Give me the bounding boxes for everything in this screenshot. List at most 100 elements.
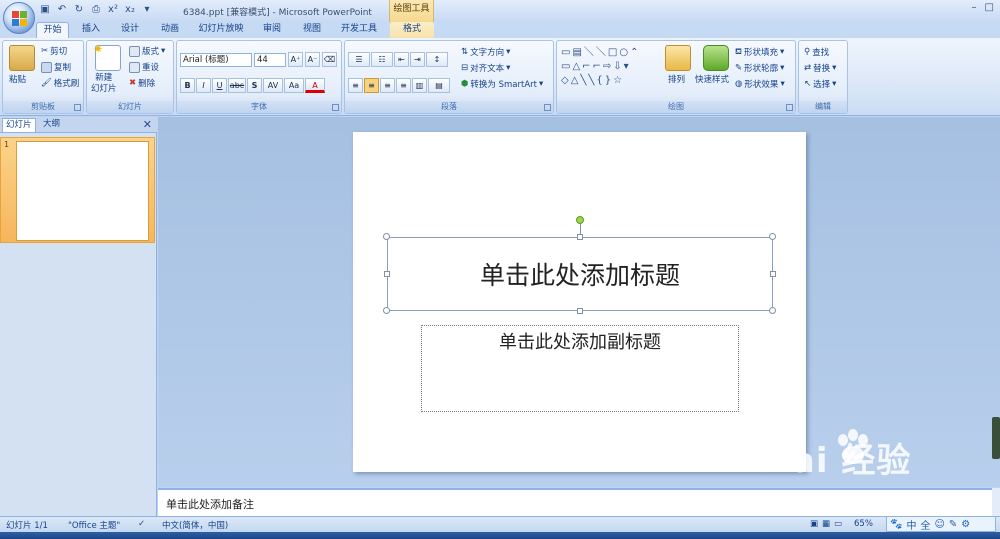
tab-view[interactable]: 视图: [296, 22, 328, 38]
tab-format[interactable]: 格式: [390, 22, 434, 38]
view-normal-icon[interactable]: ▣: [810, 519, 818, 529]
layout-button[interactable]: 版式 ▾: [129, 45, 165, 57]
resize-handle-b[interactable]: [577, 308, 583, 314]
maximize-button[interactable]: □: [985, 2, 994, 13]
view-sorter-icon[interactable]: ▦: [822, 519, 830, 529]
clipboard-launcher-icon[interactable]: [74, 104, 81, 111]
redo-icon[interactable]: ↻: [72, 3, 86, 17]
rotation-handle-icon[interactable]: [576, 216, 584, 224]
zoom-level[interactable]: 65%: [854, 519, 873, 529]
new-slide-button[interactable]: 新建 幻灯片: [91, 73, 131, 95]
shape-fill-button[interactable]: ⛾ 形状填充 ▾: [735, 46, 784, 59]
replace-button[interactable]: ⇄ 替换 ▾: [804, 62, 836, 74]
scroll-thumb[interactable]: [992, 417, 1000, 459]
notes-pane[interactable]: 单击此处添加备注: [158, 488, 992, 516]
slide-thumbnail-selected[interactable]: 1: [0, 137, 155, 243]
bold-button[interactable]: B: [180, 78, 195, 93]
tab-slideshow[interactable]: 幻灯片放映: [194, 22, 248, 38]
tab-outline-panel[interactable]: 大纲: [40, 118, 63, 132]
tab-slides-panel[interactable]: 幻灯片: [2, 118, 36, 132]
font-color-button[interactable]: A: [305, 78, 325, 93]
find-button[interactable]: ⚲ 查找: [804, 46, 829, 58]
notes-scrollbar[interactable]: [992, 488, 1000, 516]
ime-handwrite-icon[interactable]: ✎: [949, 519, 957, 530]
tab-home[interactable]: 开始: [36, 22, 69, 38]
minimize-button[interactable]: –: [972, 2, 977, 13]
shapes-gallery[interactable]: ▭▤＼＼□○⌃ ▭△⌐⌐⇨⇩▾ ◇△╲╲{}☆: [561, 46, 659, 92]
align-left-icon[interactable]: ≡: [348, 78, 363, 93]
shape-outline-button[interactable]: ✎ 形状轮廓 ▾: [735, 62, 784, 74]
language[interactable]: 中文(简体，中国): [162, 519, 228, 531]
save-icon[interactable]: ▣: [38, 3, 52, 17]
tab-animation[interactable]: 动画: [152, 22, 188, 38]
print-preview-icon[interactable]: ⎙: [89, 3, 103, 17]
ime-fullwidth[interactable]: 全: [920, 517, 930, 532]
ime-settings-icon[interactable]: ⚙: [961, 519, 970, 530]
justify-icon[interactable]: ≡: [396, 78, 411, 93]
new-slide-icon[interactable]: ✷: [93, 42, 121, 71]
distributed-icon[interactable]: ▥: [412, 78, 427, 93]
resize-handle-t[interactable]: [577, 234, 583, 240]
change-case-button[interactable]: Aa: [284, 78, 304, 93]
ime-chinese-mode[interactable]: 中: [906, 517, 916, 532]
drawing-launcher-icon[interactable]: [786, 104, 793, 111]
cut-button[interactable]: ✂ 剪切: [41, 45, 67, 57]
resize-handle-br[interactable]: [769, 307, 776, 314]
ime-emoji-icon[interactable]: ☺: [934, 519, 944, 530]
decrease-indent-icon[interactable]: ⇤: [394, 52, 409, 67]
text-direction-button[interactable]: ⇅ 文字方向 ▾: [461, 46, 510, 58]
paste-button[interactable]: 粘贴: [9, 73, 26, 85]
underline-button[interactable]: U: [212, 78, 227, 93]
paragraph-launcher-icon[interactable]: [544, 104, 551, 111]
reset-button[interactable]: 重设: [129, 61, 159, 73]
resize-handle-tr[interactable]: [769, 233, 776, 240]
quick-styles-button[interactable]: 快速样式: [695, 73, 729, 85]
shape-effects-button[interactable]: ◍ 形状效果 ▾: [735, 78, 785, 90]
arrange-button[interactable]: 排列: [668, 73, 685, 85]
shrink-font-icon[interactable]: A⁻: [305, 52, 320, 67]
shadow-button[interactable]: S: [247, 78, 262, 93]
slide[interactable]: 单击此处添加标题 单击此处添加副标题: [353, 132, 806, 472]
strikethrough-button[interactable]: abc: [228, 78, 246, 93]
customize-qat-icon[interactable]: ▾: [140, 3, 154, 17]
close-panel-icon[interactable]: ✕: [143, 118, 152, 131]
italic-button[interactable]: I: [196, 78, 211, 93]
vertical-scrollbar[interactable]: [992, 117, 1000, 487]
resize-handle-l[interactable]: [384, 271, 390, 277]
resize-handle-r[interactable]: [770, 271, 776, 277]
font-launcher-icon[interactable]: [332, 104, 339, 111]
undo-icon[interactable]: ↶: [55, 3, 69, 17]
quick-styles-icon[interactable]: [703, 45, 729, 71]
select-button[interactable]: ↖ 选择 ▾: [804, 78, 836, 90]
resize-handle-bl[interactable]: [383, 307, 390, 314]
resize-handle-tl[interactable]: [383, 233, 390, 240]
align-center-icon[interactable]: ≡: [364, 78, 379, 93]
smartart-button[interactable]: ⬢ 转换为 SmartArt ▾: [461, 78, 543, 90]
paste-icon[interactable]: [9, 45, 35, 71]
subscript-icon[interactable]: x₂: [123, 3, 137, 17]
view-slideshow-icon[interactable]: ▭: [834, 519, 842, 529]
format-painter-button[interactable]: 🖌 格式刷: [41, 77, 79, 89]
bullets-icon[interactable]: ☰: [348, 52, 370, 67]
char-spacing-button[interactable]: AV: [263, 78, 283, 93]
tab-review[interactable]: 审阅: [256, 22, 288, 38]
slide-thumbnail[interactable]: [16, 141, 149, 241]
office-button[interactable]: [3, 2, 35, 34]
title-placeholder[interactable]: 单击此处添加标题: [387, 237, 773, 311]
numbering-icon[interactable]: ☷: [371, 52, 393, 67]
font-name-select[interactable]: Arial (标题): [180, 52, 252, 67]
clear-format-icon[interactable]: ⌫: [322, 52, 337, 67]
superscript-icon[interactable]: x²: [106, 3, 120, 17]
line-spacing-icon[interactable]: ↕: [426, 52, 448, 67]
tab-design[interactable]: 设计: [112, 22, 148, 38]
font-size-select[interactable]: 44: [254, 52, 286, 67]
tab-insert[interactable]: 插入: [74, 22, 108, 38]
align-right-icon[interactable]: ≡: [380, 78, 395, 93]
increase-indent-icon[interactable]: ⇥: [410, 52, 425, 67]
spellcheck-icon[interactable]: ✓: [138, 519, 145, 529]
ime-paw-icon[interactable]: 🐾: [890, 519, 902, 530]
align-text-button[interactable]: ⊟ 对齐文本 ▾: [461, 62, 510, 74]
tab-developer[interactable]: 开发工具: [336, 22, 382, 38]
arrange-icon[interactable]: [665, 45, 691, 71]
grow-font-icon[interactable]: A⁺: [288, 52, 303, 67]
